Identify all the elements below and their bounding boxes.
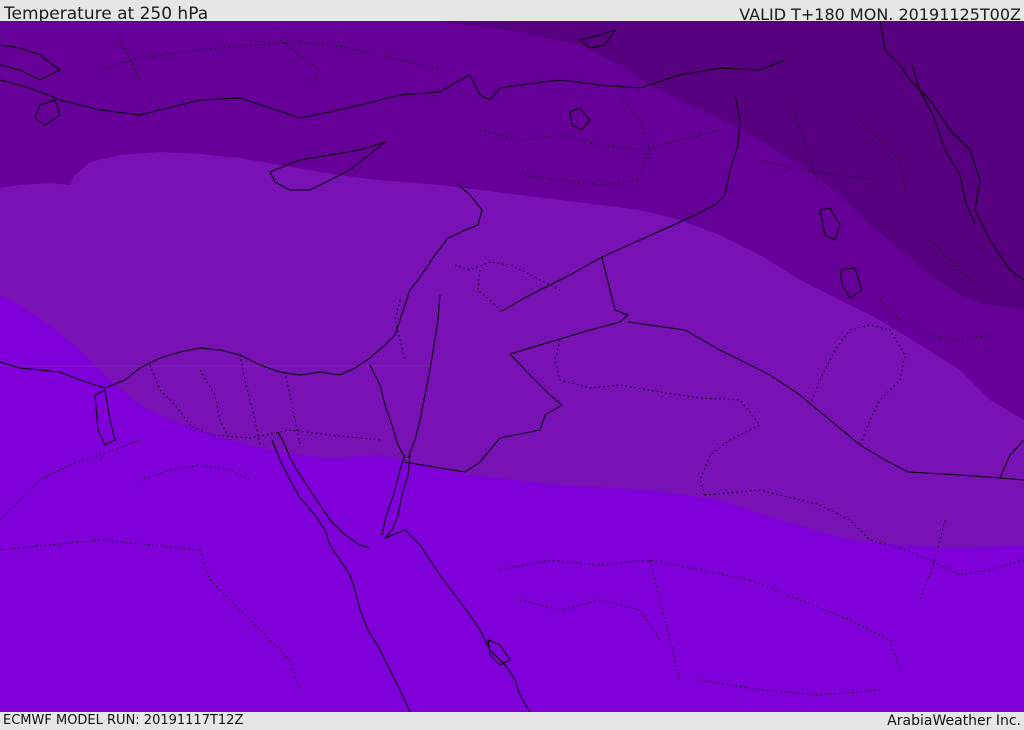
map-canvas[interactable] [0, 21, 1024, 712]
header-bar: Temperature at 250 hPa VALID T+180 MON. … [0, 0, 1024, 24]
model-run-label: ECMWF MODEL RUN: 20191117T12Z [3, 713, 244, 728]
credit-label: ArabiaWeather Inc. [887, 713, 1021, 729]
weather-map [0, 21, 1024, 712]
footer-bar: ECMWF MODEL RUN: 20191117T12Z ArabiaWeat… [0, 712, 1024, 729]
